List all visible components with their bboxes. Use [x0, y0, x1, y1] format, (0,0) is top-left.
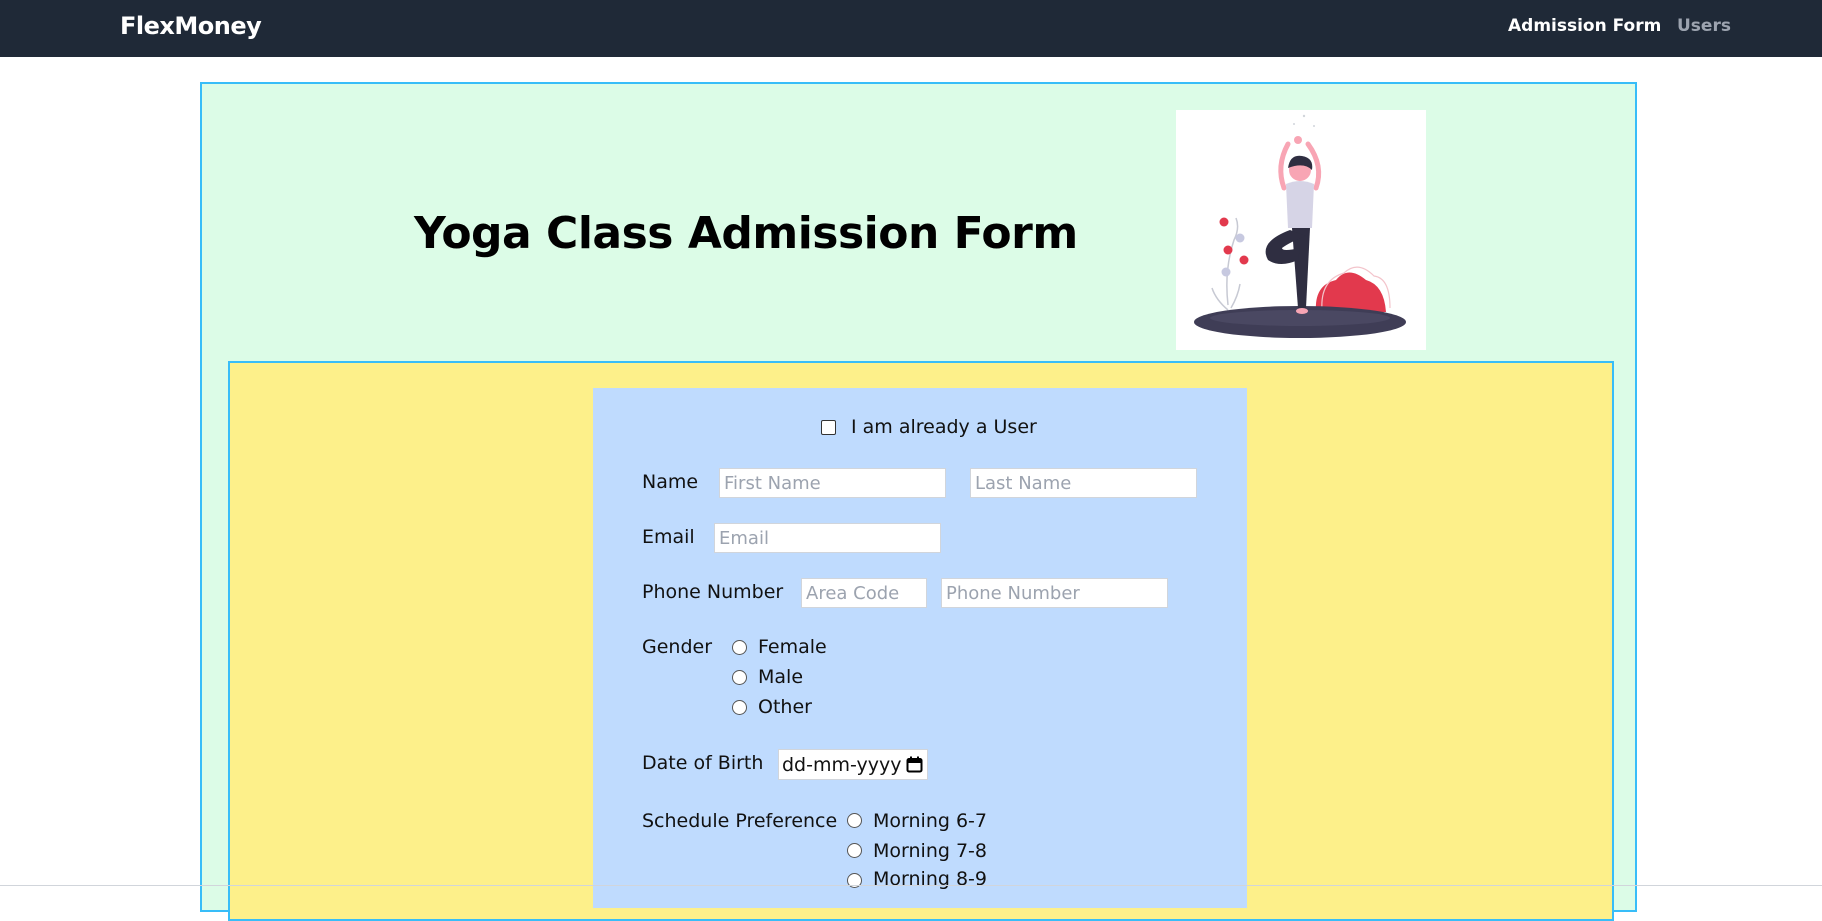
nav-link-admission-form[interactable]: Admission Form [1508, 16, 1661, 36]
first-name-input[interactable] [719, 468, 946, 498]
dob-label: Date of Birth [642, 752, 764, 774]
email-label: Email [642, 526, 695, 548]
phone-number-input[interactable] [941, 578, 1168, 608]
schedule-6-7-radio[interactable] [847, 813, 862, 828]
calendar-icon[interactable] [906, 756, 923, 773]
gender-female-label: Female [758, 636, 827, 658]
schedule-label: Schedule Preference [642, 810, 838, 832]
schedule-8-9-label: Morning 8-9 [873, 868, 987, 890]
schedule-7-8-radio[interactable] [847, 843, 862, 858]
brand-logo[interactable]: FlexMoney [120, 12, 262, 40]
area-code-input[interactable] [801, 578, 927, 608]
gender-other-radio[interactable] [732, 700, 747, 715]
email-input[interactable] [714, 523, 941, 553]
schedule-7-8-label: Morning 7-8 [873, 840, 987, 862]
phone-label: Phone Number [642, 581, 784, 603]
existing-user-label: I am already a User [851, 416, 1037, 438]
gender-male-label: Male [758, 666, 804, 688]
page-title: Yoga Class Admission Form [414, 208, 1078, 259]
dob-placeholder: dd-mm-yyyy [782, 754, 902, 776]
gender-label: Gender [642, 636, 713, 658]
navbar: FlexMoney Admission Form Users [0, 0, 1822, 57]
yoga-illustration [1176, 110, 1426, 350]
viewport-divider [0, 885, 1822, 886]
dob-date-input[interactable]: dd-mm-yyyy [778, 749, 928, 780]
gender-female-radio[interactable] [732, 640, 747, 655]
schedule-6-7-label: Morning 6-7 [873, 810, 987, 832]
name-label: Name [642, 471, 699, 493]
gender-male-radio[interactable] [732, 670, 747, 685]
last-name-input[interactable] [970, 468, 1197, 498]
gender-other-label: Other [758, 696, 812, 718]
nav-link-users[interactable]: Users [1677, 16, 1731, 36]
existing-user-checkbox[interactable] [821, 420, 836, 435]
